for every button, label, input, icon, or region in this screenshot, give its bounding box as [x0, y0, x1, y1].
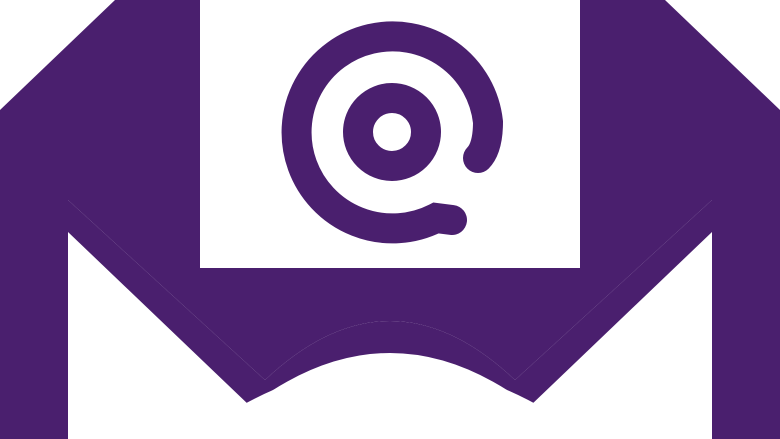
email-envelope-at-icon — [0, 0, 780, 439]
email-icon-canvas — [0, 0, 780, 439]
